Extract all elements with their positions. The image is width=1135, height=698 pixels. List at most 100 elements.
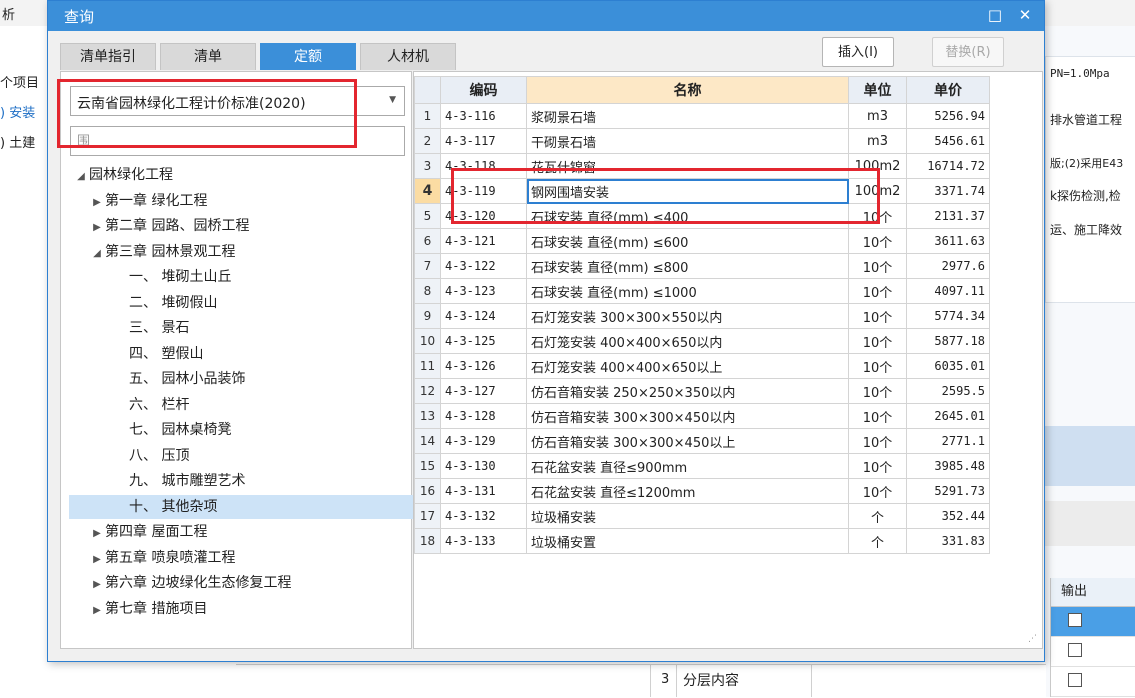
row-number[interactable]: 7 [414,253,441,279]
row-number[interactable]: 9 [414,303,441,329]
cell-name[interactable]: 石花盆安装 直径≤1200mm [526,478,849,504]
insert-button[interactable]: 插入(I) [822,37,894,67]
tab-bill-guide[interactable]: 清单指引 [60,43,156,70]
cell-unit[interactable]: 10个 [848,478,907,504]
cell-unit[interactable]: 10个 [848,453,907,479]
cell-price[interactable]: 3611.63 [906,228,990,254]
chevron-down-icon[interactable]: ▼ [389,95,396,105]
cell-price[interactable]: 5291.73 [906,478,990,504]
output-checkbox[interactable] [1068,673,1082,687]
table-row[interactable]: 5 4-3-120 石球安装 直径(mm) ≤400 10个 2131.37 [414,203,990,229]
tree-node[interactable]: ▶ 第二章 园路、园桥工程 [61,214,249,238]
row-number[interactable]: 16 [414,478,441,504]
cell-name[interactable]: 干砌景石墙 [526,128,849,154]
table-row[interactable]: 18 4-3-133 垃圾桶安置个 331.83 [414,528,990,554]
row-number[interactable]: 5 [414,203,441,229]
tree-node[interactable]: ▶ 第六章 边坡绿化生态修复工程 [61,571,291,595]
cell-unit[interactable]: 10个 [848,378,907,404]
cell-price[interactable]: 5774.34 [906,303,990,329]
tree-node[interactable]: 三、 景石 [61,316,189,340]
grid-header-code[interactable]: 编码 [440,76,527,104]
tree-node[interactable]: ◢ 第三章 园林景观工程 [61,240,235,264]
maximize-icon[interactable]: □ [983,4,1007,26]
cell-price[interactable]: 2771.1 [906,428,990,454]
cell-price[interactable]: 5877.18 [906,328,990,354]
cell-name[interactable]: 石灯笼安装 400×400×650以上 [526,353,849,379]
row-number[interactable]: 13 [414,403,441,429]
row-number[interactable]: 18 [414,528,441,554]
cell-code[interactable]: 4-3-133 [440,528,527,554]
cell-price[interactable]: 16714.72 [906,153,990,179]
bg-tab-fragment[interactable]: 析 [2,4,15,23]
row-number[interactable]: 6 [414,228,441,254]
grid-header-name[interactable]: 名称 [526,76,849,104]
row-number[interactable]: 17 [414,503,441,529]
tree-node[interactable]: 一、 堆砌土山丘 [61,265,231,289]
table-row[interactable]: 4 4-3-119 钢网围墙安装 100m2 3371.74 [414,178,990,204]
cell-unit[interactable]: 10个 [848,228,907,254]
cell-price[interactable]: 4097.11 [906,278,990,304]
table-row[interactable]: 12 4-3-127 仿石音箱安装 250×250×350以内 10个 2595.5 [414,378,990,404]
cell-code[interactable]: 4-3-125 [440,328,527,354]
cell-unit[interactable]: 个 [848,503,907,529]
tree-node[interactable]: 九、 城市雕塑艺术 [61,469,245,493]
table-row[interactable]: 10 4-3-125 石灯笼安装 400×400×650以内 10个 5877.18 [414,328,990,354]
cell-unit[interactable]: 100m2 [848,178,907,204]
cell-name[interactable]: 仿石音箱安装 300×300×450以内 [526,403,849,429]
row-number[interactable]: 12 [414,378,441,404]
table-row[interactable]: 2 4-3-117 干砌景石墙 m3 5456.61 [414,128,990,154]
tree-node[interactable]: ▶ 第五章 喷泉喷灌工程 [61,546,235,570]
row-number[interactable]: 1 [414,103,441,129]
cell-code[interactable]: 4-3-121 [440,228,527,254]
close-icon[interactable]: ✕ [1013,4,1037,26]
tree-node[interactable]: ▶ 第七章 措施项目 [61,597,207,621]
table-row[interactable]: 13 4-3-128 仿石音箱安装 300×300×450以内 10个 2645.01 [414,403,990,429]
cell-name[interactable]: 垃圾桶安装 [526,503,849,529]
cell-name[interactable]: 仿石音箱安装 300×300×450以上 [526,428,849,454]
caret-right-icon[interactable]: ▶ [89,216,105,240]
table-row[interactable]: 1 4-3-116 浆砌景石墙 m3 5256.94 [414,103,990,129]
cell-price[interactable]: 2977.6 [906,253,990,279]
cell-code[interactable]: 4-3-120 [440,203,527,229]
bg-item-civil[interactable]: ) 土建 [0,132,35,151]
cell-code[interactable]: 4-3-129 [440,428,527,454]
cell-name[interactable]: 石球安装 直径(mm) ≤800 [526,253,849,279]
cell-unit[interactable]: 100m2 [848,153,907,179]
row-number[interactable]: 3 [414,153,441,179]
cell-unit[interactable]: 10个 [848,253,907,279]
cell-price[interactable]: 5256.94 [906,103,990,129]
cell-unit[interactable]: 10个 [848,428,907,454]
cell-name[interactable]: 仿石音箱安装 250×250×350以内 [526,378,849,404]
cell-unit[interactable]: m3 [848,128,907,154]
cell-code[interactable]: 4-3-123 [440,278,527,304]
cell-code[interactable]: 4-3-131 [440,478,527,504]
cell-code[interactable]: 4-3-128 [440,403,527,429]
cell-code[interactable]: 4-3-127 [440,378,527,404]
tab-quota[interactable]: 定额 [260,43,356,70]
dialog-titlebar[interactable]: 查询 □ ✕ [48,1,1044,31]
tree-node[interactable]: ▶ 第一章 绿化工程 [61,189,207,213]
output-checkbox[interactable] [1068,613,1082,627]
cell-name[interactable]: 石球安装 直径(mm) ≤600 [526,228,849,254]
tree-node[interactable]: 七、 园林桌椅凳 [61,418,231,442]
tree-node[interactable]: 八、 压顶 [61,444,189,468]
cell-name[interactable]: 垃圾桶安置 [526,528,849,554]
cell-price[interactable]: 2645.01 [906,403,990,429]
output-checkbox[interactable] [1068,643,1082,657]
table-row[interactable]: 8 4-3-123 石球安装 直径(mm) ≤1000 10个 4097.11 [414,278,990,304]
cell-unit[interactable]: 10个 [848,328,907,354]
cell-code[interactable]: 4-3-118 [440,153,527,179]
grid-header-unit[interactable]: 单位 [848,76,907,104]
tree-node[interactable]: ▶ 第四章 屋面工程 [61,520,207,544]
caret-down-icon[interactable]: ◢ [73,165,89,189]
cell-price[interactable]: 331.83 [906,528,990,554]
caret-right-icon[interactable]: ▶ [89,548,105,572]
table-row[interactable]: 16 4-3-131 石花盆安装 直径≤1200mm 10个 5291.73 [414,478,990,504]
caret-right-icon[interactable]: ▶ [89,573,105,597]
replace-button[interactable]: 替换(R) [932,37,1004,67]
table-row[interactable]: 7 4-3-122 石球安装 直径(mm) ≤800 10个 2977.6 [414,253,990,279]
cell-code[interactable]: 4-3-122 [440,253,527,279]
tree-node[interactable]: ◢ 园林绿化工程 [61,163,173,187]
cell-code[interactable]: 4-3-132 [440,503,527,529]
cell-unit[interactable]: m3 [848,103,907,129]
